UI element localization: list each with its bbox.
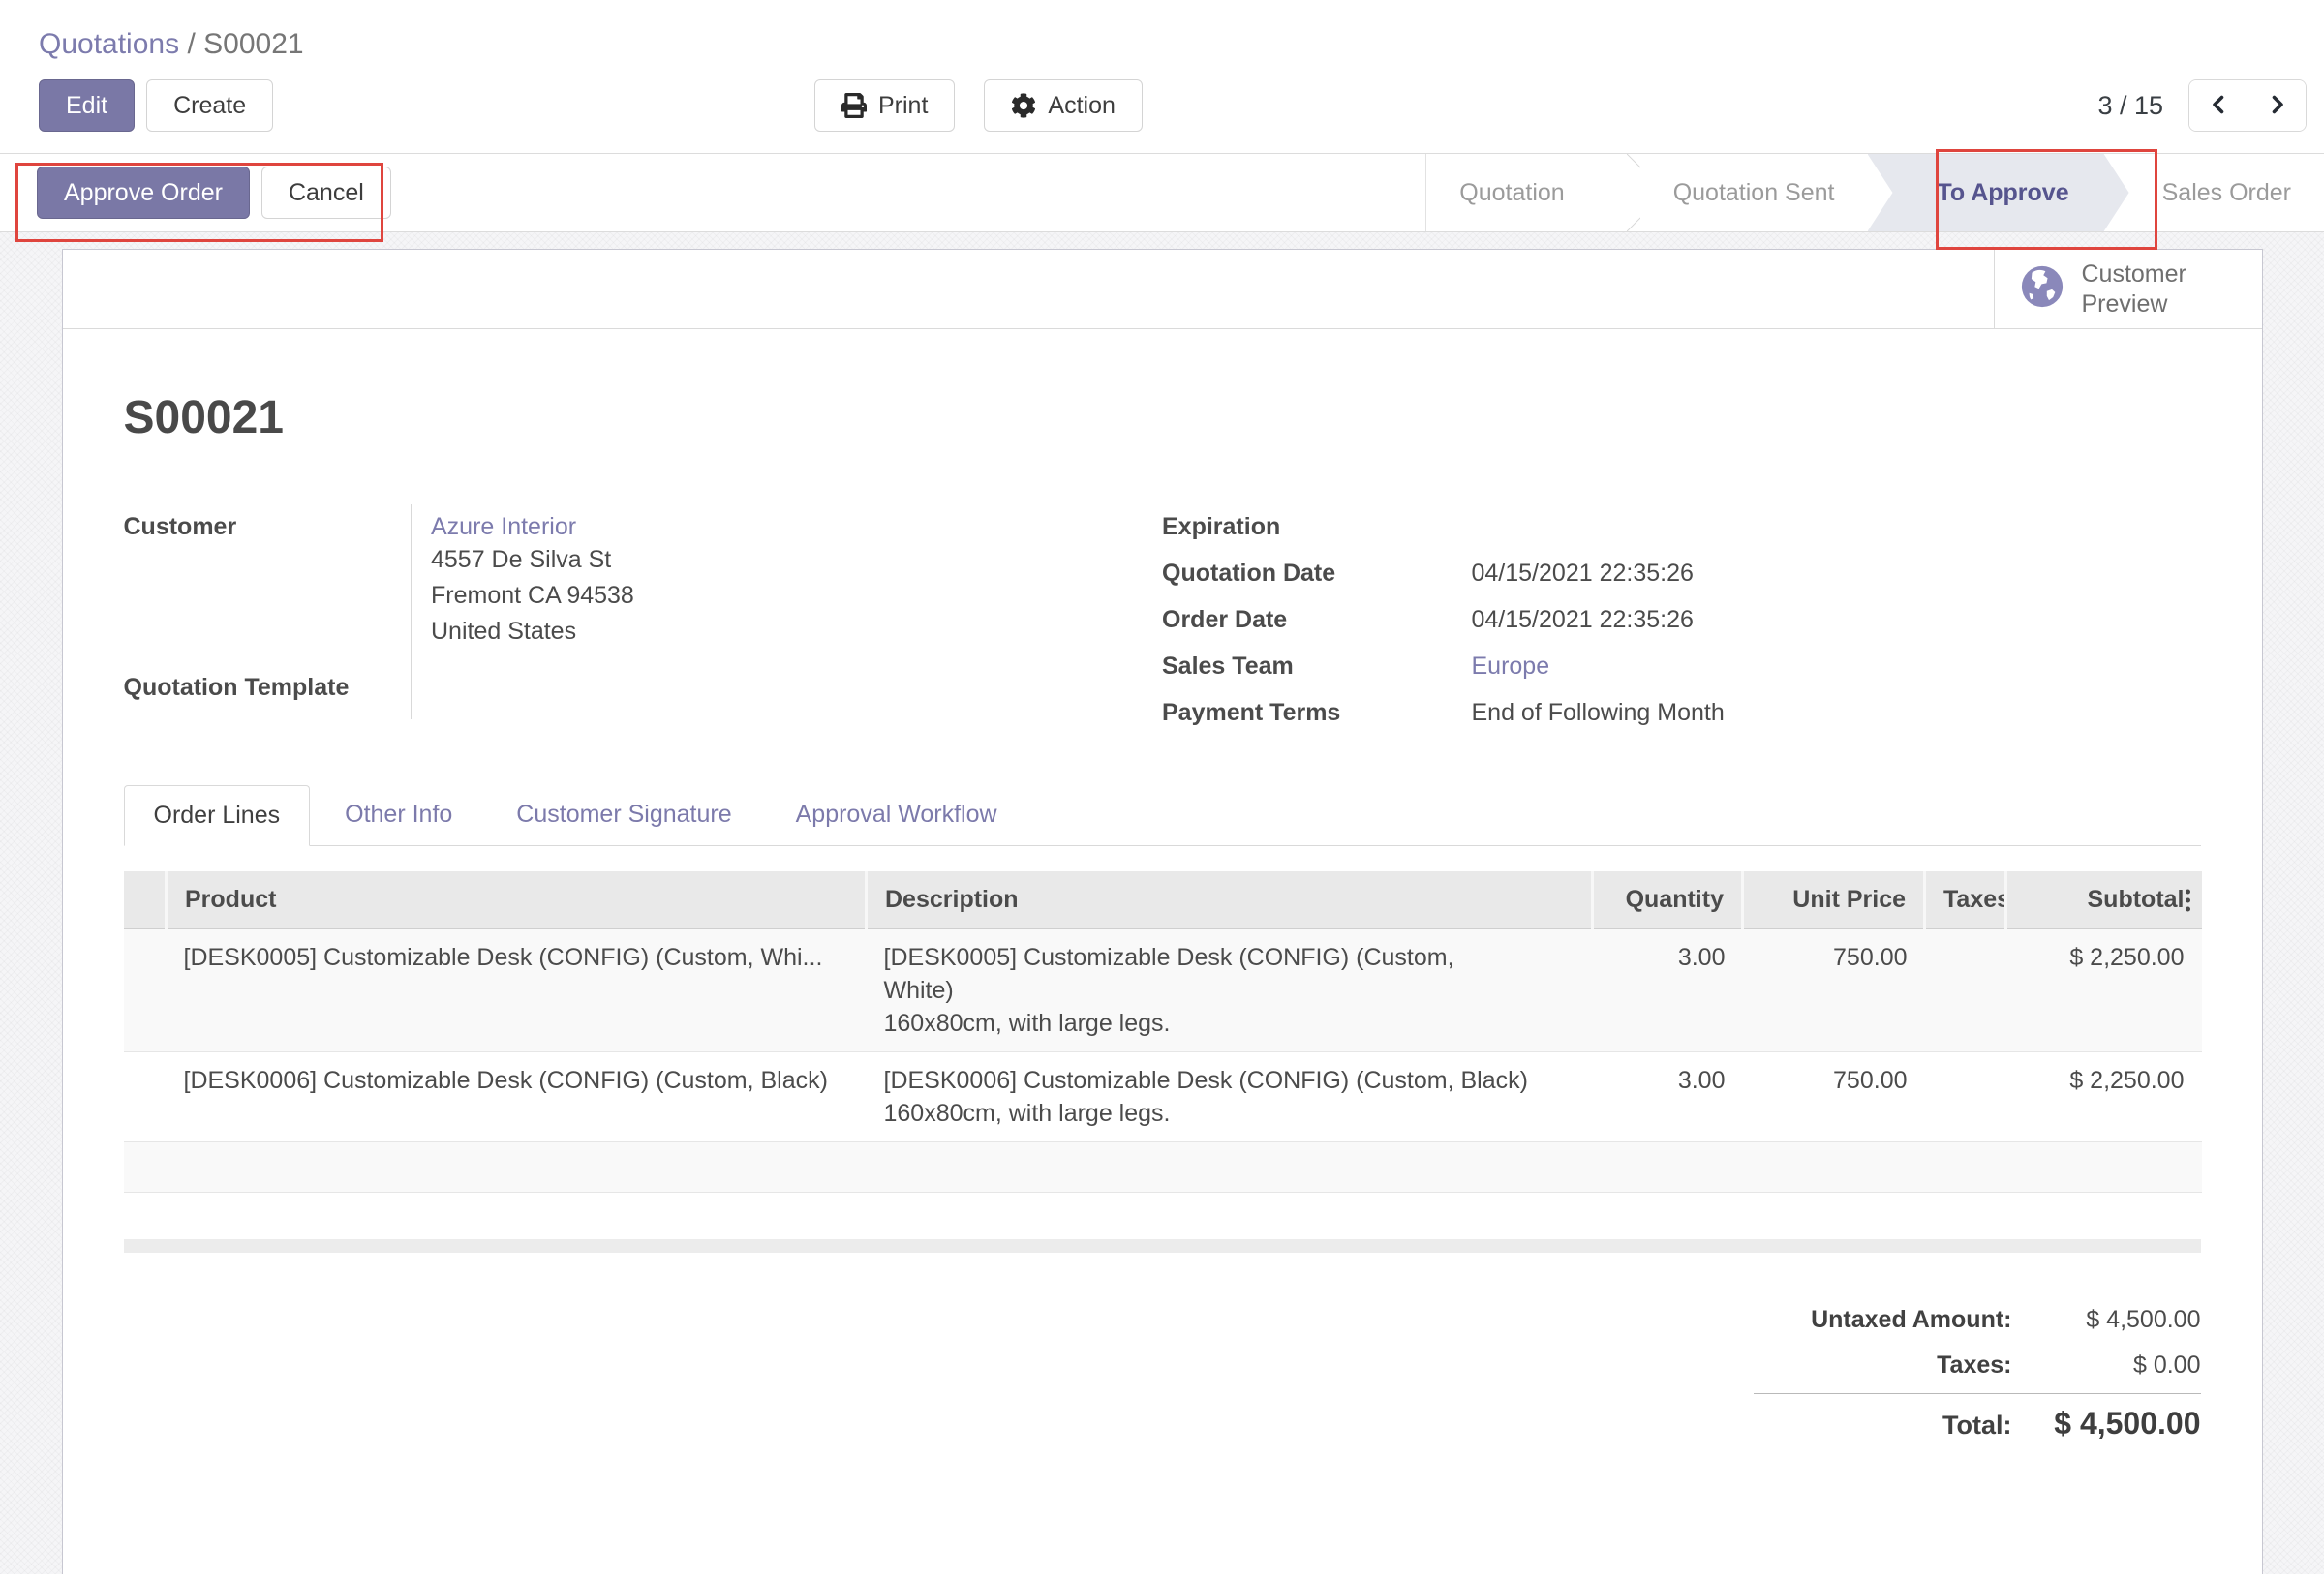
step-separator-icon xyxy=(1598,154,1640,231)
customer-preview-label: Customer Preview xyxy=(2082,259,2186,319)
globe-icon xyxy=(2020,264,2064,314)
approve-order-button[interactable]: Approve Order xyxy=(37,167,250,219)
subtotal-cell: $ 2,250.00 xyxy=(2006,1052,2202,1142)
payment-terms-value: End of Following Month xyxy=(1452,690,2201,737)
quotation-date-value: 04/15/2021 22:35:26 xyxy=(1452,551,2201,597)
taxes-column-header: Taxes xyxy=(1925,871,2006,929)
breadcrumb: Quotations / S00021 xyxy=(0,0,2324,64)
field-groups: Customer Azure Interior 4557 De Silva St… xyxy=(124,504,2201,737)
pager: 3 / 15 xyxy=(2097,79,2307,132)
printer-icon xyxy=(841,93,867,118)
taxes-cell xyxy=(1925,1052,2006,1142)
order-line-row[interactable]: [DESK0005] Customizable Desk (CONFIG) (C… xyxy=(124,929,2202,1052)
pager-next-button[interactable] xyxy=(2248,80,2306,131)
total-label: Total: xyxy=(1942,1411,2011,1441)
description-column-header: Description xyxy=(867,871,1593,929)
status-step-sales-order[interactable]: Sales Order xyxy=(2129,154,2324,231)
stat-button-strip: Customer Preview xyxy=(63,250,2262,329)
tab-other-info[interactable]: Other Info xyxy=(316,785,481,845)
sales-team-link[interactable]: Europe xyxy=(1472,653,1550,680)
tab-order-lines[interactable]: Order Lines xyxy=(124,785,311,846)
unit-price-cell: 750.00 xyxy=(1743,929,1925,1052)
chevron-right-icon xyxy=(2266,93,2289,119)
pager-counter: 3 / 15 xyxy=(2097,91,2163,121)
quotation-date-label: Quotation Date xyxy=(1162,551,1452,597)
tab-customer-signature[interactable]: Customer Signature xyxy=(487,785,760,845)
edit-button[interactable]: Edit xyxy=(39,79,135,132)
order-date-value: 04/15/2021 22:35:26 xyxy=(1452,597,2201,644)
total-value: $ 4,500.00 xyxy=(2012,1406,2201,1442)
payment-terms-label: Payment Terms xyxy=(1162,690,1452,737)
breadcrumb-current: S00021 xyxy=(203,28,303,60)
notebook-tabs: Order Lines Other Info Customer Signatur… xyxy=(124,785,2201,846)
address-line: Fremont CA 94538 xyxy=(431,578,1162,614)
customer-preview-button[interactable]: Customer Preview xyxy=(1994,250,2262,328)
control-panel-buttons: Edit Create Print Action 3 / 15 xyxy=(0,79,2324,132)
quantity-cell: 3.00 xyxy=(1593,1052,1743,1142)
optional-columns-icon[interactable] xyxy=(2182,885,2194,915)
status-step-quotation-sent[interactable]: Quotation Sent xyxy=(1640,154,1868,231)
unit-price-cell: 750.00 xyxy=(1743,1052,1925,1142)
breadcrumb-quotations-link[interactable]: Quotations xyxy=(39,28,179,60)
handle-column-header xyxy=(124,871,167,929)
form-sheet: Customer Preview S00021 Customer Azure I… xyxy=(62,249,2263,1574)
taxes-total-label: Taxes: xyxy=(1937,1352,2011,1380)
unit-price-column-header: Unit Price xyxy=(1743,871,1925,929)
product-column-header: Product xyxy=(167,871,867,929)
right-field-group: Expiration Quotation Date 04/15/2021 22:… xyxy=(1162,504,2201,737)
row-handle-cell xyxy=(124,929,167,1052)
address-line: 4557 De Silva St xyxy=(431,542,1162,578)
status-step-to-approve[interactable]: To Approve xyxy=(1868,154,2129,231)
taxes-total-value: $ 0.00 xyxy=(2012,1352,2201,1380)
pager-previous-button[interactable] xyxy=(2189,80,2248,131)
order-date-label: Order Date xyxy=(1162,597,1452,644)
customer-label: Customer xyxy=(124,504,412,665)
expiration-label: Expiration xyxy=(1162,504,1452,551)
sales-team-label: Sales Team xyxy=(1162,644,1452,690)
page-title: S00021 xyxy=(124,391,2201,444)
quotation-template-label: Quotation Template xyxy=(124,665,412,719)
address-line: United States xyxy=(431,614,1162,650)
product-cell: [DESK0005] Customizable Desk (CONFIG) (C… xyxy=(167,929,867,1052)
untaxed-amount-value: $ 4,500.00 xyxy=(2012,1306,2201,1334)
form-background: Customer Preview S00021 Customer Azure I… xyxy=(0,232,2324,1574)
row-handle-cell xyxy=(124,1052,167,1142)
create-button[interactable]: Create xyxy=(146,79,273,132)
subtotal-cell: $ 2,250.00 xyxy=(2006,929,2202,1052)
order-lines-table: Product Description Quantity Unit Price … xyxy=(124,871,2202,1193)
control-panel: Quotations / S00021 Edit Create Print Ac… xyxy=(0,0,2324,132)
statusbar: Approve Order Cancel Quotation Quotation… xyxy=(0,153,2324,232)
description-cell: [DESK0006] Customizable Desk (CONFIG) (C… xyxy=(867,1052,1593,1142)
subtotal-column-header: Subtotal xyxy=(2006,871,2202,929)
cancel-button[interactable]: Cancel xyxy=(261,167,391,219)
table-header-row: Product Description Quantity Unit Price … xyxy=(124,871,2202,929)
status-step-quotation[interactable]: Quotation xyxy=(1426,154,1597,231)
gear-icon xyxy=(1011,93,1036,118)
empty-line-row xyxy=(124,1142,2202,1193)
product-cell: [DESK0006] Customizable Desk (CONFIG) (C… xyxy=(167,1052,867,1142)
chevron-left-icon xyxy=(2207,93,2230,119)
quotation-template-value xyxy=(412,665,1163,719)
quantity-column-header: Quantity xyxy=(1593,871,1743,929)
taxes-cell xyxy=(1925,929,2006,1052)
totals-block: Untaxed Amount: $ 4,500.00 Taxes: $ 0.00… xyxy=(1754,1297,2201,1450)
action-button[interactable]: Action xyxy=(984,79,1142,132)
tab-approval-workflow[interactable]: Approval Workflow xyxy=(767,785,1026,845)
order-line-row[interactable]: [DESK0006] Customizable Desk (CONFIG) (C… xyxy=(124,1052,2202,1142)
list-footer-bar xyxy=(124,1239,2201,1253)
untaxed-amount-label: Untaxed Amount: xyxy=(1811,1306,2011,1334)
quantity-cell: 3.00 xyxy=(1593,929,1743,1052)
print-button[interactable]: Print xyxy=(814,79,955,132)
customer-link[interactable]: Azure Interior xyxy=(431,512,1162,542)
statusbar-steps: Quotation Quotation Sent To Approve Sale… xyxy=(1425,154,2324,231)
description-cell: [DESK0005] Customizable Desk (CONFIG) (C… xyxy=(867,929,1593,1052)
left-field-group: Customer Azure Interior 4557 De Silva St… xyxy=(124,504,1163,719)
expiration-value xyxy=(1452,504,2201,551)
breadcrumb-separator: / xyxy=(187,28,203,60)
